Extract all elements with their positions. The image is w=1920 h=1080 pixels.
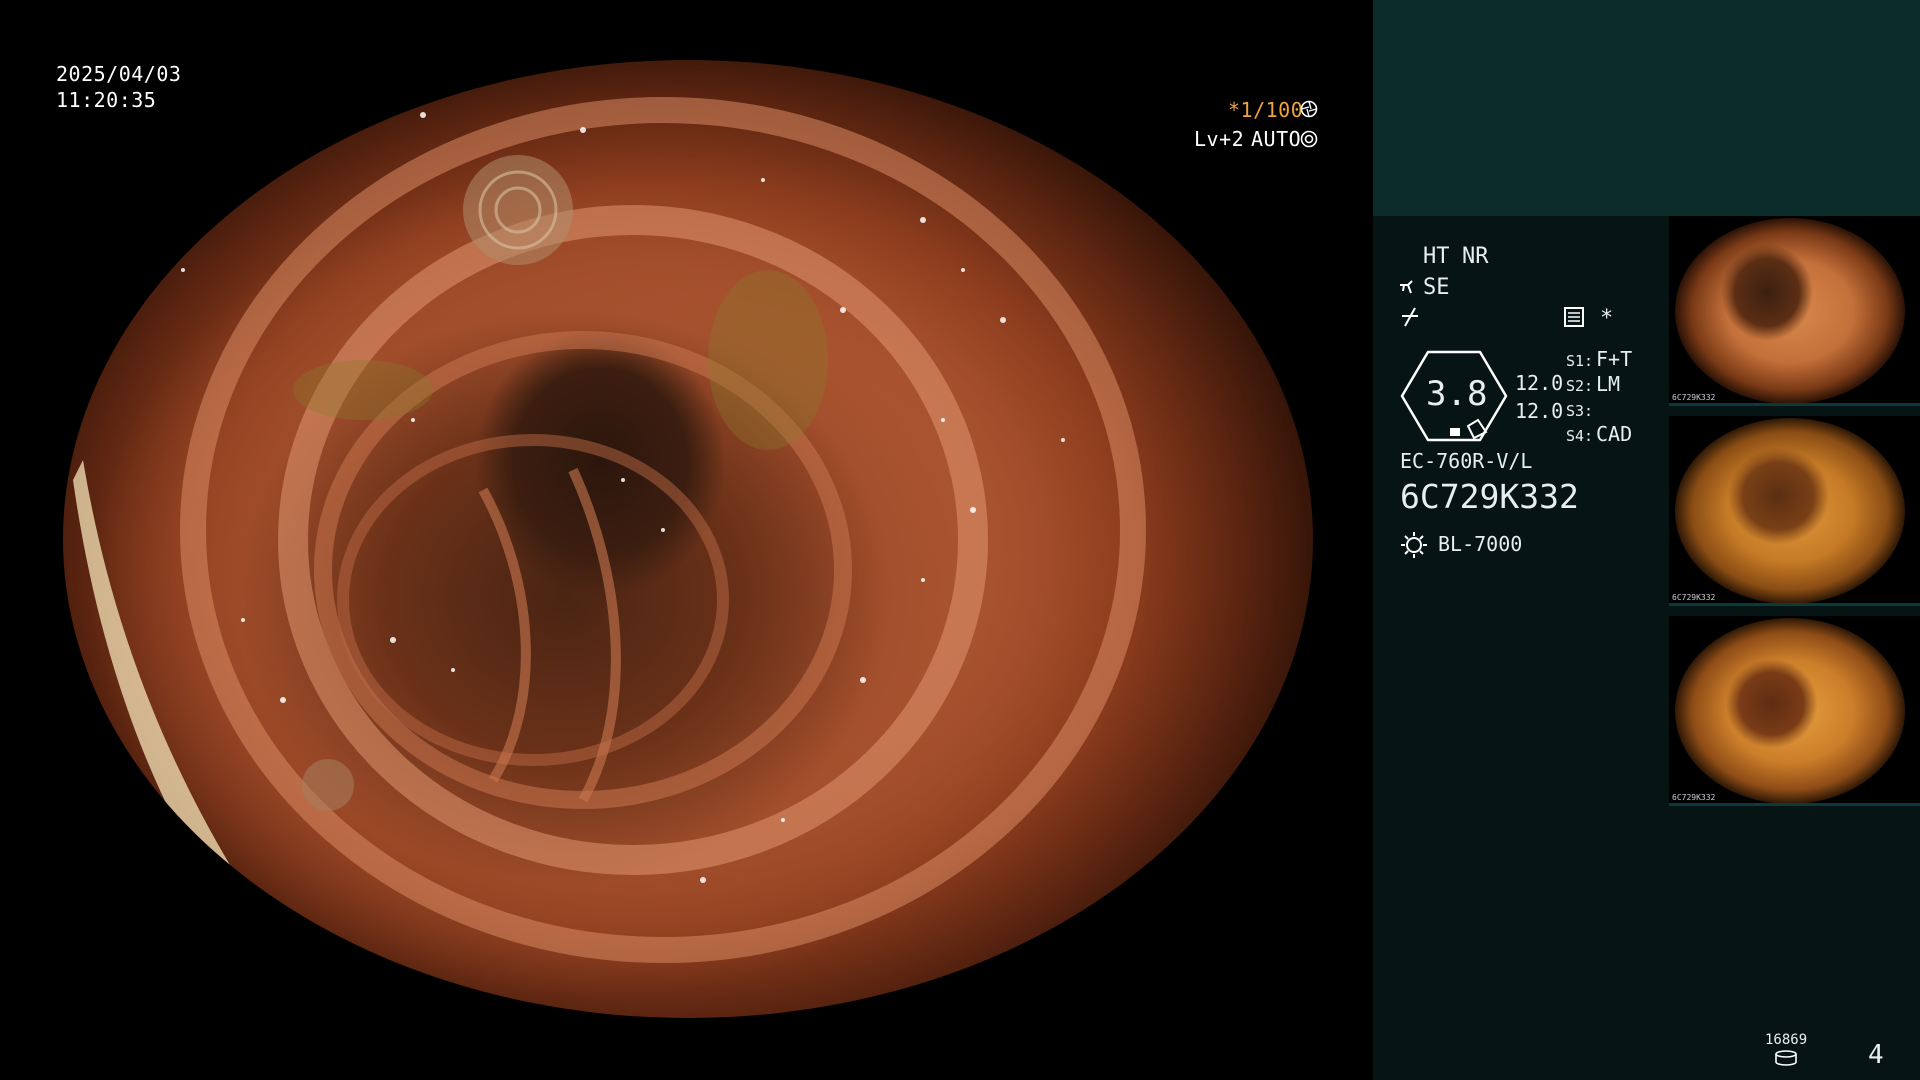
value-bottom: 12.0	[1515, 399, 1564, 423]
lamp-icon	[1400, 531, 1428, 559]
storage-icon	[1774, 1050, 1798, 1066]
aperture-icon	[1300, 100, 1318, 118]
s3-label: S3:	[1566, 402, 1594, 420]
image-count: 4	[1868, 1040, 1884, 1070]
ht-indicator: HT	[1423, 244, 1450, 269]
thumbnail-bar	[1669, 803, 1920, 806]
thumbnail-bar	[1669, 603, 1920, 606]
thumbnail-bar	[1669, 403, 1920, 406]
scope-serial: 6C729K332	[1400, 477, 1579, 516]
zoom-value: 3.8	[1426, 374, 1488, 414]
s1-label: S1:	[1566, 352, 1594, 370]
s2-label: S2:	[1566, 377, 1594, 395]
nr-indicator: NR	[1462, 244, 1489, 269]
asterisk-indicator: *	[1600, 306, 1614, 331]
thumbnail-caption: 6C729K332	[1672, 793, 1716, 802]
s2-value: LM	[1596, 372, 1621, 396]
info-panel-header	[1373, 0, 1920, 216]
thumbnail-caption: 6C729K332	[1672, 593, 1716, 602]
se-indicator: SE	[1423, 275, 1450, 300]
captured-thumbnail[interactable]: 6C729K332	[1669, 416, 1920, 606]
thumbnail-image	[1675, 618, 1905, 804]
endoscopy-screen: 2025/04/03 11:20:35 *1/100 Lv+2 AUTO HT …	[0, 0, 1920, 1080]
time-text: 11:20:35	[56, 88, 157, 112]
endoscope-image	[63, 60, 1313, 1018]
storage-count: 16869	[1765, 1032, 1808, 1048]
scope-tip-icon	[1398, 277, 1422, 299]
shutter-speed: *1/100	[1228, 98, 1304, 122]
value-top: 12.0	[1515, 371, 1564, 395]
captured-thumbnail[interactable]: 6C729K332	[1669, 216, 1920, 406]
scope-model: EC-760R-V/L	[1400, 449, 1533, 473]
s4-value: CAD	[1596, 422, 1633, 446]
brightness-level: Lv+2	[1194, 127, 1245, 151]
captured-thumbnail[interactable]: 6C729K332	[1669, 616, 1920, 806]
auto-mode: AUTO	[1251, 127, 1302, 151]
electrode-icon	[1400, 306, 1420, 328]
date-text: 2025/04/03	[56, 62, 182, 86]
thumbnail-image	[1675, 418, 1905, 604]
memo-icon	[1563, 306, 1585, 328]
gear-icon	[1300, 130, 1318, 148]
thumbnail-caption: 6C729K332	[1672, 393, 1716, 402]
thumbnail-image	[1675, 218, 1905, 404]
s4-label: S4:	[1566, 427, 1594, 445]
light-source-model: BL-7000	[1438, 532, 1523, 556]
colon-lumen-illustration	[73, 97, 1146, 963]
s1-value: F+T	[1596, 347, 1633, 371]
